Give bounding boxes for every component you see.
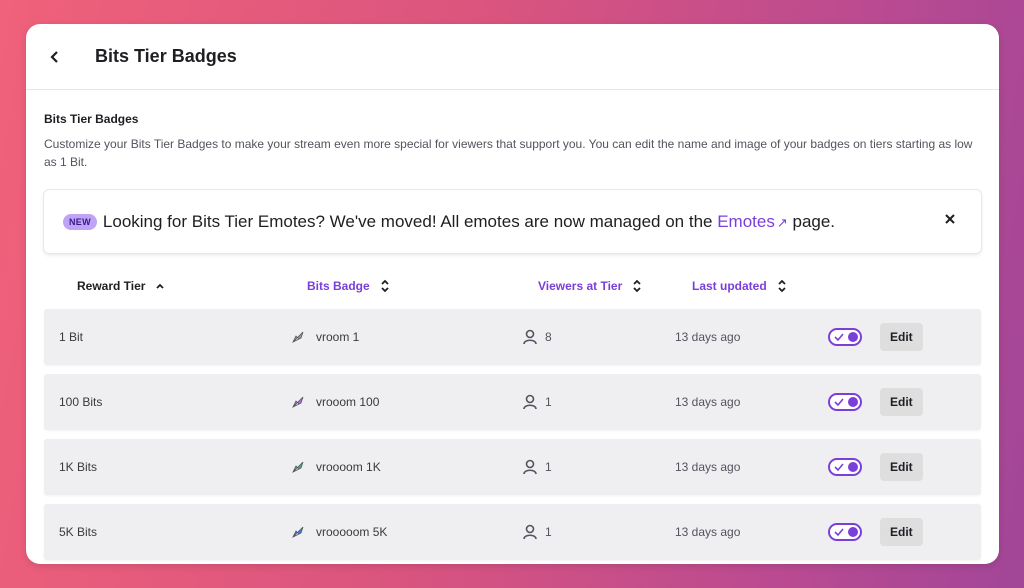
notice-text-after: page. bbox=[787, 211, 836, 231]
notice-text-before: Looking for Bits Tier Emotes? We've move… bbox=[102, 211, 718, 231]
enable-toggle[interactable] bbox=[828, 393, 862, 411]
viewers-cell: 1 bbox=[523, 504, 552, 560]
viewer-count: 1 bbox=[545, 460, 552, 474]
user-icon bbox=[523, 394, 537, 410]
last-updated-cell: 13 days ago bbox=[675, 525, 741, 539]
column-bits-badge[interactable]: Bits Badge bbox=[307, 279, 390, 293]
viewers-cell: 8 bbox=[523, 309, 552, 365]
badge-name: vrooom 100 bbox=[316, 395, 380, 409]
reward-tier-cell: 100 Bits bbox=[59, 395, 103, 409]
bits-badge-icon bbox=[292, 396, 304, 408]
user-icon bbox=[523, 459, 537, 475]
tier-rows: 1 Bit vroom 1 8 13 days ago Edit 100 Bit… bbox=[44, 309, 981, 560]
bits-badge-cell: vrooooom 5K bbox=[290, 504, 387, 560]
enable-toggle[interactable] bbox=[828, 458, 862, 476]
bits-badge-cell: vroom 1 bbox=[290, 309, 359, 365]
back-button[interactable] bbox=[40, 42, 70, 72]
badge-name: vroooom 1K bbox=[316, 460, 381, 474]
edit-button[interactable]: Edit bbox=[880, 388, 923, 416]
page-title: Bits Tier Badges bbox=[95, 46, 237, 66]
enable-toggle[interactable] bbox=[828, 328, 862, 346]
chevron-left-icon bbox=[50, 50, 58, 63]
edit-cell: Edit bbox=[880, 374, 923, 430]
table-row: 5K Bits vrooooom 5K 1 13 days ago Edit bbox=[44, 504, 981, 560]
column-bits-badge-label: Bits Badge bbox=[307, 279, 370, 293]
edit-button[interactable]: Edit bbox=[880, 518, 923, 546]
enable-toggle[interactable] bbox=[828, 523, 862, 541]
new-badge: NEW bbox=[63, 213, 97, 230]
check-icon bbox=[834, 398, 844, 407]
sort-icon bbox=[632, 279, 642, 293]
bits-badge-icon bbox=[292, 461, 304, 473]
check-icon bbox=[834, 528, 844, 537]
bits-badge-cell: vrooom 100 bbox=[290, 374, 379, 430]
viewers-cell: 1 bbox=[523, 439, 552, 495]
column-last-updated-label: Last updated bbox=[692, 279, 767, 293]
close-notice-button[interactable] bbox=[941, 210, 959, 228]
viewer-count: 8 bbox=[545, 330, 552, 344]
sort-ascending-icon bbox=[155, 282, 165, 290]
toggle-cell bbox=[828, 374, 862, 430]
section-title: Bits Tier Badges bbox=[44, 112, 139, 126]
last-updated-cell: 13 days ago bbox=[675, 330, 741, 344]
sort-icon bbox=[380, 279, 390, 293]
table-header: Reward Tier Bits Badge Viewers at Tier L… bbox=[44, 271, 981, 301]
toggle-knob bbox=[848, 527, 858, 537]
table-row: 100 Bits vrooom 100 1 13 days ago Edit bbox=[44, 374, 981, 430]
toggle-cell bbox=[828, 504, 862, 560]
edit-button[interactable]: Edit bbox=[880, 323, 923, 351]
viewers-cell: 1 bbox=[523, 374, 552, 430]
toggle-knob bbox=[848, 462, 858, 472]
reward-tier-cell: 1K Bits bbox=[59, 460, 98, 474]
bits-badge-icon bbox=[292, 331, 304, 343]
table-row: 1 Bit vroom 1 8 13 days ago Edit bbox=[44, 309, 981, 365]
close-icon bbox=[945, 214, 955, 224]
page-header: Bits Tier Badges bbox=[26, 24, 999, 90]
moved-notice: NEW Looking for Bits Tier Emotes? We've … bbox=[44, 190, 981, 253]
last-updated-cell: 13 days ago bbox=[675, 460, 741, 474]
edit-cell: Edit bbox=[880, 309, 923, 365]
section-description: Customize your Bits Tier Badges to make … bbox=[44, 137, 973, 169]
bits-badge-icon bbox=[292, 526, 304, 538]
badge-name: vroom 1 bbox=[316, 330, 360, 344]
edit-cell: Edit bbox=[880, 504, 923, 560]
viewer-count: 1 bbox=[545, 525, 552, 539]
user-icon bbox=[523, 524, 537, 540]
column-viewers-label: Viewers at Tier bbox=[538, 279, 623, 293]
column-last-updated[interactable]: Last updated bbox=[692, 279, 787, 293]
column-reward-tier-label: Reward Tier bbox=[77, 279, 146, 293]
external-arrow-icon: ↗ bbox=[776, 214, 788, 230]
bits-badge-cell: vroooom 1K bbox=[290, 439, 381, 495]
sort-icon bbox=[777, 279, 787, 293]
edit-cell: Edit bbox=[880, 439, 923, 495]
toggle-knob bbox=[848, 397, 858, 407]
reward-tier-cell: 1 Bit bbox=[59, 330, 84, 344]
column-viewers-at-tier[interactable]: Viewers at Tier bbox=[538, 279, 642, 293]
viewer-count: 1 bbox=[545, 395, 552, 409]
emotes-link-label: Emotes bbox=[717, 211, 775, 231]
bits-tier-badges-panel: Bits Tier Badges Bits Tier Badges Custom… bbox=[26, 24, 999, 564]
user-icon bbox=[523, 329, 537, 345]
check-icon bbox=[834, 463, 844, 472]
toggle-cell bbox=[828, 439, 862, 495]
check-icon bbox=[834, 333, 844, 342]
edit-button[interactable]: Edit bbox=[880, 453, 923, 481]
badge-name: vrooooom 5K bbox=[316, 525, 388, 539]
notice-text: Looking for Bits Tier Emotes? We've move… bbox=[103, 212, 835, 232]
last-updated-cell: 13 days ago bbox=[675, 395, 741, 409]
reward-tier-cell: 5K Bits bbox=[59, 525, 98, 539]
column-reward-tier[interactable]: Reward Tier bbox=[77, 279, 165, 293]
emotes-link[interactable]: Emotes ↗ bbox=[717, 212, 788, 231]
toggle-knob bbox=[848, 332, 858, 342]
toggle-cell bbox=[828, 309, 862, 365]
table-row: 1K Bits vroooom 1K 1 13 days ago Edit bbox=[44, 439, 981, 495]
